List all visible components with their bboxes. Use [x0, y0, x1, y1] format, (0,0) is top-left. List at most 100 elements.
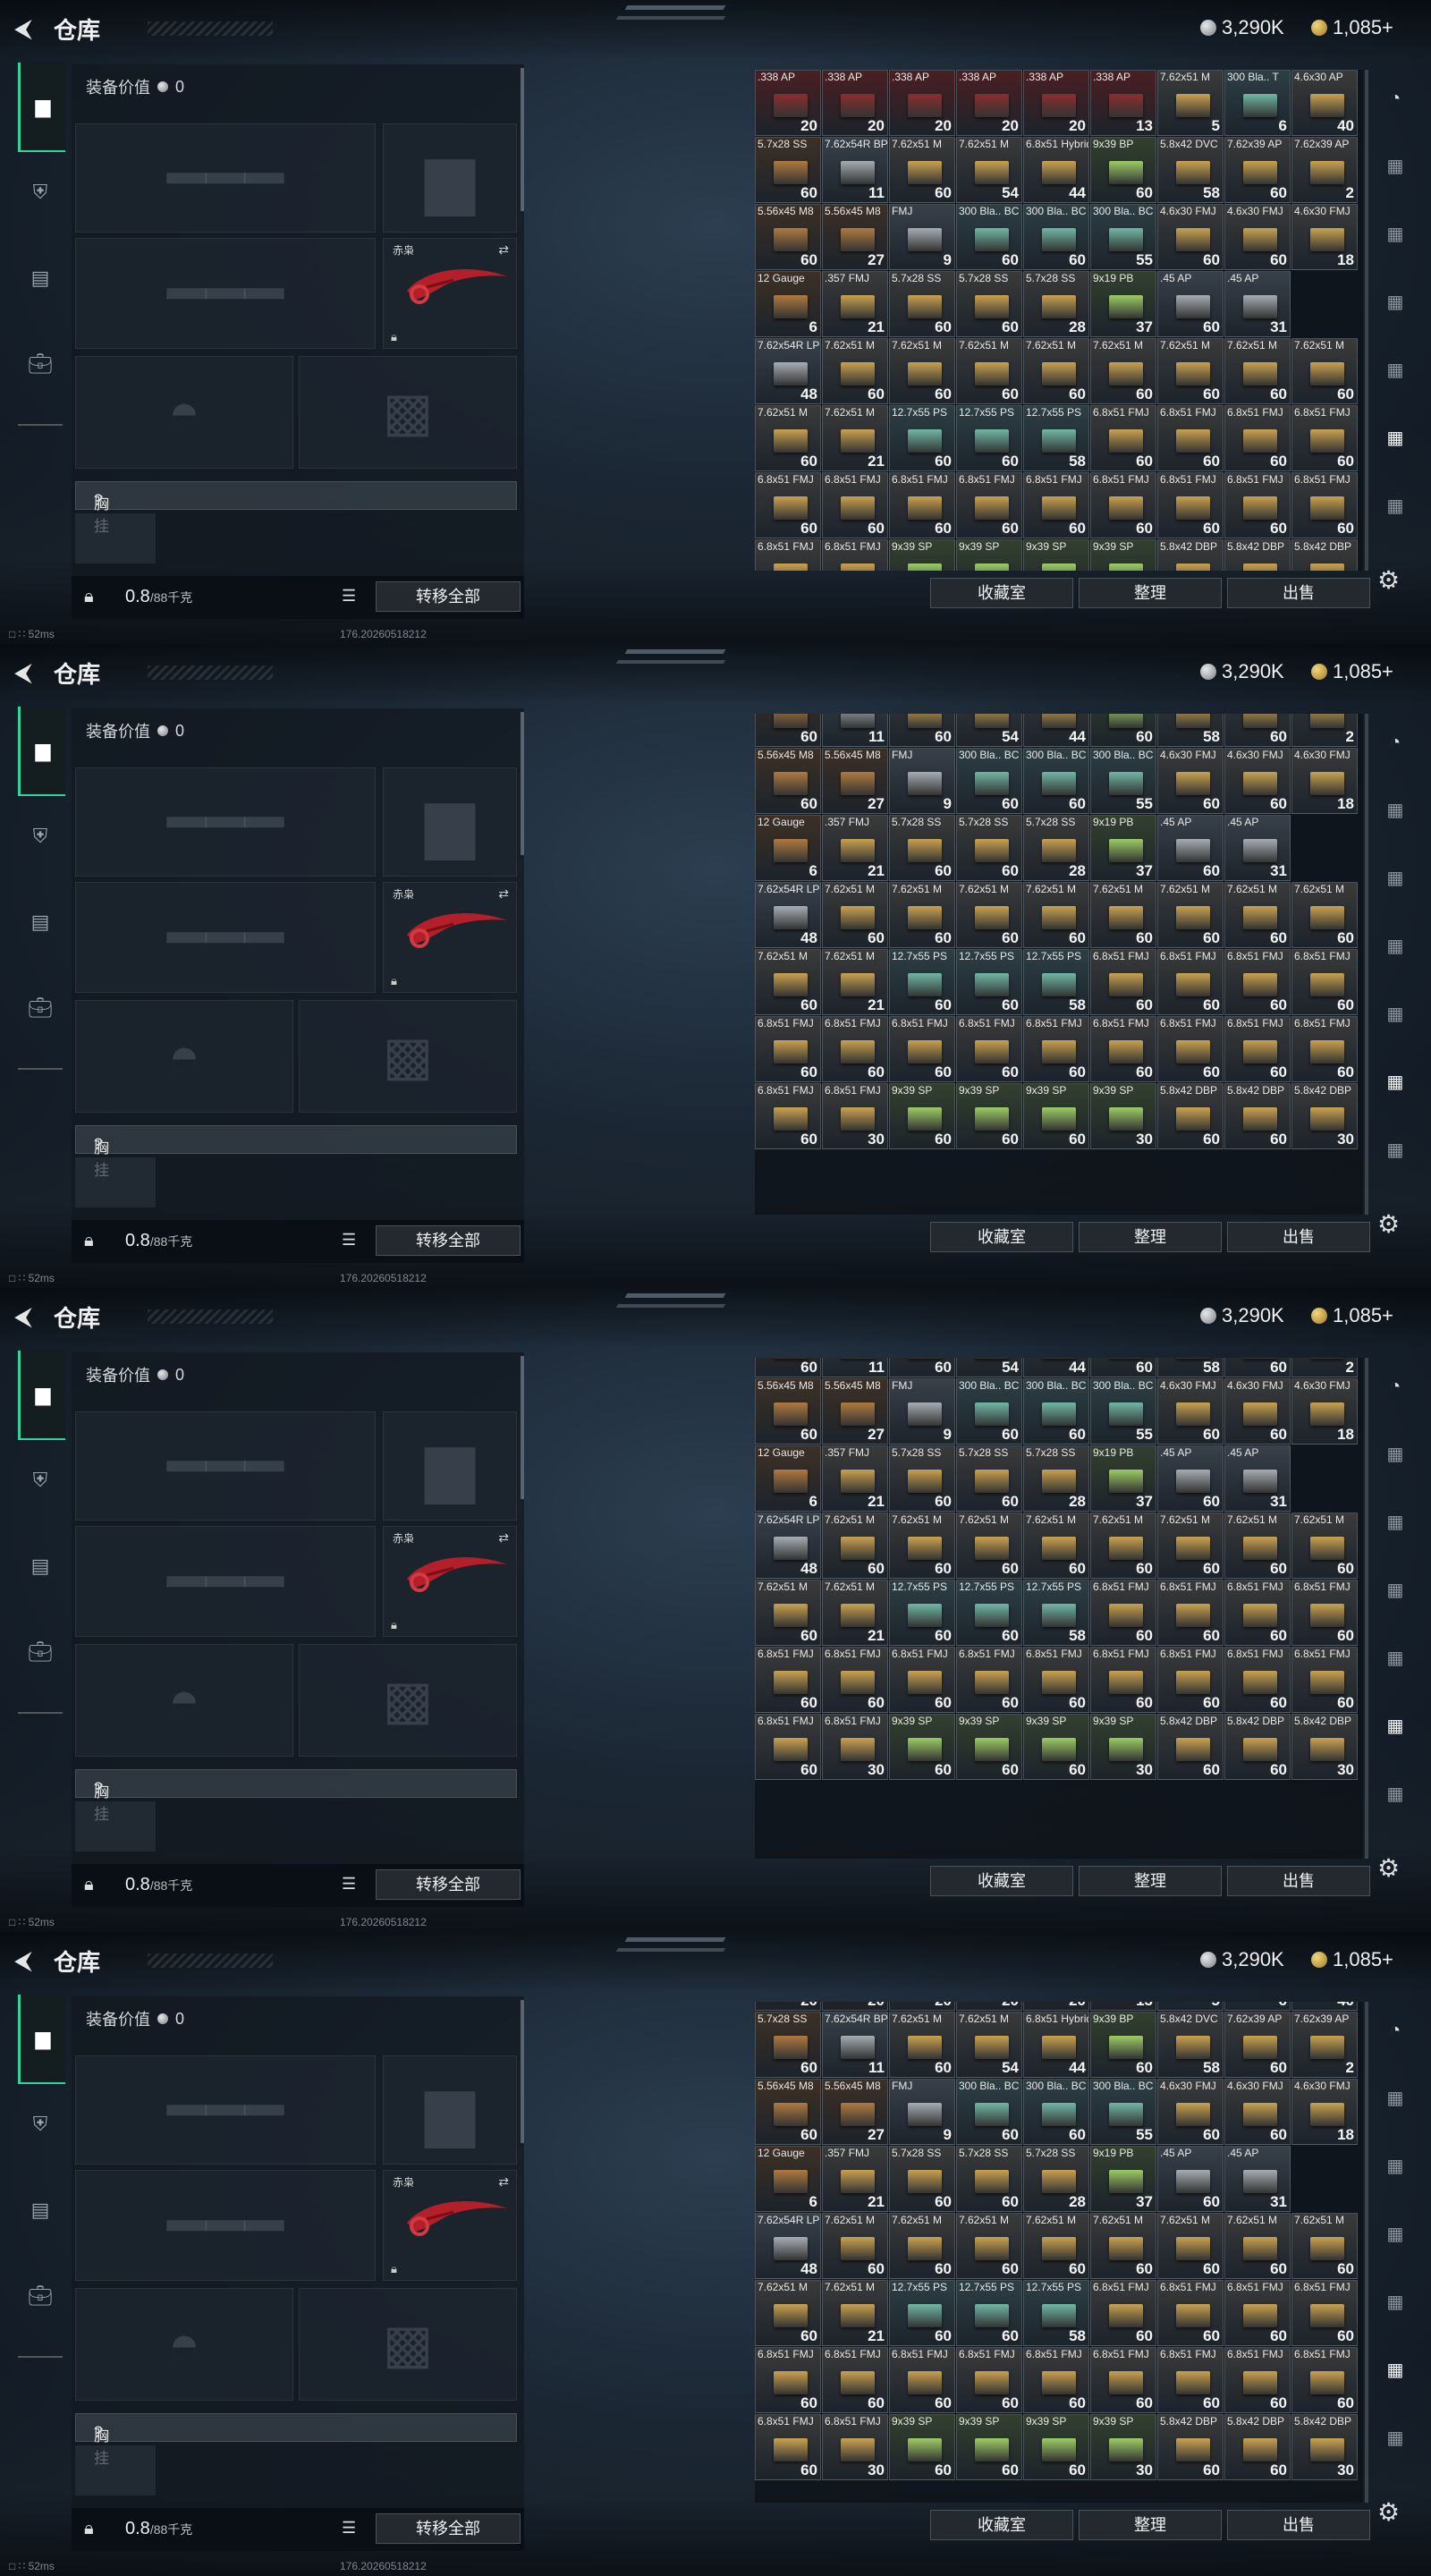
stash-item[interactable]: 12.7x55 PS 60: [956, 405, 1022, 471]
safe-box-icon[interactable]: ◔: [1379, 1370, 1411, 1402]
stash-item[interactable]: .357 FMJ 21: [822, 814, 888, 881]
sell-button[interactable]: 出售: [1227, 578, 1370, 608]
stash-item[interactable]: 5.56x45 M8 27: [822, 1377, 888, 1445]
stash-item[interactable]: 7.62x51 M 60: [822, 2213, 888, 2280]
stash-item[interactable]: 7.62x51 M 60: [822, 881, 888, 948]
stash-item[interactable]: 7.62x54R LP 48: [755, 338, 821, 404]
stash-item[interactable]: 9x39 SP60: [889, 2414, 955, 2481]
stash-item[interactable]: 7.62x39 AP60: [1224, 714, 1291, 747]
stash-item[interactable]: 6.8x51 FMJ60: [755, 539, 821, 571]
stash-item[interactable]: 12.7x55 PS 60: [889, 405, 955, 471]
stash-item[interactable]: 7.62x51 M 60: [1224, 881, 1291, 948]
stash-item[interactable]: 9x39 SP60: [956, 539, 1022, 571]
helmet-slot[interactable]: ◓: [75, 1644, 293, 1757]
silver-currency[interactable]: 3,290K: [1200, 660, 1284, 683]
stash-item[interactable]: 4.6x30 FMJ 60: [1157, 1377, 1224, 1445]
swap-icon[interactable]: ⇄: [498, 242, 509, 258]
stash-item[interactable]: 12.7x55 PS 58: [1023, 1579, 1089, 1646]
primary-weapon-slot[interactable]: ━━━: [75, 1411, 376, 1521]
stash-item[interactable]: 7.62x54R BP11: [822, 714, 888, 747]
stash-item[interactable]: 7.62x51 M 60: [956, 881, 1022, 948]
container-3-icon[interactable]: ▦: [1379, 2218, 1411, 2250]
stash-item[interactable]: .45 AP 31: [1224, 2146, 1291, 2213]
safe-box-icon[interactable]: ◔: [1379, 82, 1411, 114]
stash-item[interactable]: 7.62x51 M 60: [755, 2280, 821, 2347]
stash-item[interactable]: 9x39 SP60: [1023, 1713, 1089, 1780]
pistol-slot[interactable]: ▆: [383, 123, 517, 233]
stash-item[interactable]: 4.6x30 FMJ 60: [1157, 2079, 1224, 2146]
stash-item[interactable]: 300 Bla.. T 6: [1224, 70, 1291, 136]
helmet-slot[interactable]: ◓: [75, 356, 293, 469]
stash-scrollbar[interactable]: [1365, 1358, 1368, 1859]
container-6-icon[interactable]: ▦: [1379, 490, 1411, 522]
stash-item[interactable]: 7.62x51 M 60: [1023, 2213, 1089, 2280]
stash-item[interactable]: 9x19 PB 37: [1090, 271, 1156, 337]
stash-item[interactable]: 300 Bla.. BC 55: [1090, 747, 1156, 814]
help-icon[interactable]: ?: [94, 491, 102, 509]
nav-weapons-tab[interactable]: ▆: [18, 1995, 65, 2084]
stash-item[interactable]: 7.62x54R BP11: [822, 2012, 888, 2079]
nav-rig-tab[interactable]: ▤: [18, 256, 63, 301]
stash-item[interactable]: 5.56x45 M8 60: [755, 2079, 821, 2146]
chest-rig-slot[interactable]: [75, 513, 156, 564]
container-2-icon[interactable]: ▦: [1379, 862, 1411, 894]
container-6-icon[interactable]: ▦: [1379, 2422, 1411, 2454]
stash-item[interactable]: 4.6x30 FMJ 60: [1224, 1377, 1291, 1445]
chest-rig-slot[interactable]: [75, 1157, 156, 1208]
stash-item[interactable]: 12 Gauge 6: [755, 1445, 821, 1512]
settings-gear-icon[interactable]: ⚙: [1377, 2497, 1400, 2527]
list-icon[interactable]: ☰: [342, 2519, 356, 2538]
gold-currency[interactable]: 1,085+: [1311, 1304, 1393, 1327]
stash-item[interactable]: 5.7x28 SS 60: [956, 2146, 1022, 2213]
nav-armor-tab[interactable]: ⛨: [18, 1458, 63, 1503]
stash-item[interactable]: 12.7x55 PS 58: [1023, 948, 1089, 1015]
help-icon[interactable]: ?: [94, 2423, 102, 2441]
stash-item[interactable]: 7.62x51 M 60: [1291, 881, 1358, 948]
pistol-slot[interactable]: ▆: [383, 1411, 517, 1521]
nav-weapons-tab[interactable]: ▆: [18, 1351, 65, 1440]
stash-item[interactable]: 7.62x51 M54: [956, 1358, 1022, 1377]
stash-item[interactable]: 7.62x51 M 60: [755, 405, 821, 471]
stash-item[interactable]: 300 Bla.. BC 60: [1023, 204, 1089, 270]
stash-item[interactable]: 5.8x42 DVC58: [1157, 714, 1224, 747]
stash-item[interactable]: 5.7x28 SS 60: [889, 1445, 955, 1512]
stash-item[interactable]: 5.7x28 SS 60: [889, 271, 955, 337]
swap-icon[interactable]: ⇄: [498, 2174, 509, 2190]
container-5-icon[interactable]: ▦: [1379, 2354, 1411, 2386]
stash-item[interactable]: 7.62x51 M 60: [1224, 1512, 1291, 1579]
stash-item[interactable]: 4.6x30 FMJ 60: [1157, 747, 1224, 814]
settings-gear-icon[interactable]: ⚙: [1377, 565, 1400, 595]
stash-item[interactable]: 5.56x45 M8 27: [822, 204, 888, 270]
stash-item[interactable]: 6.8x51 FMJ60: [1291, 948, 1358, 1015]
stash-item[interactable]: FMJ 9: [889, 204, 955, 270]
stash-item[interactable]: 6.8x51 FMJ60: [755, 1646, 821, 1713]
stash-item[interactable]: 5.8x42 DBP60: [1224, 539, 1291, 571]
stash-scrollbar[interactable]: [1365, 70, 1368, 571]
stash-item[interactable]: .338 AP13: [1090, 2002, 1156, 2012]
stash-item[interactable]: 7.62x39 AP60: [1224, 1358, 1291, 1377]
stash-item[interactable]: 6.8x51 FMJ60: [1090, 2280, 1156, 2347]
nav-backpack-tab[interactable]: 💼︎: [18, 342, 63, 386]
stash-item[interactable]: 5.7x28 SS 28: [1023, 2146, 1089, 2213]
stash-item[interactable]: 4.6x30 FMJ 60: [1224, 2079, 1291, 2146]
stash-item[interactable]: 6.8x51 FMJ60: [1157, 2280, 1224, 2347]
primary-weapon-slot[interactable]: ━━━: [75, 123, 376, 233]
vault-button[interactable]: 收藏室: [930, 1222, 1073, 1252]
stash-item[interactable]: .338 AP20: [755, 2002, 821, 2012]
nav-weapons-tab[interactable]: ▆: [18, 707, 65, 796]
stash-item[interactable]: .338 AP20: [956, 70, 1022, 136]
stash-item[interactable]: 7.62x54R LP 48: [755, 881, 821, 948]
secondary-weapon-slot[interactable]: ━━━: [75, 2170, 376, 2281]
stash-item[interactable]: .338 AP20: [956, 2002, 1022, 2012]
stash-item[interactable]: 7.62x51 M 21: [822, 405, 888, 471]
stash-item[interactable]: 6.8x51 FMJ30: [822, 539, 888, 571]
stash-item[interactable]: 9x39 SP60: [889, 1713, 955, 1780]
silver-currency[interactable]: 3,290K: [1200, 16, 1284, 39]
stash-item[interactable]: 7.62x51 M 60: [1157, 881, 1224, 948]
stash-item[interactable]: 7.62x51 M 5: [1157, 70, 1224, 136]
stash-item[interactable]: .45 AP 60: [1157, 814, 1224, 881]
stash-item[interactable]: 9x39 SP 30: [1090, 2414, 1156, 2481]
stash-item[interactable]: 7.62x51 M 60: [1291, 338, 1358, 404]
stash-item[interactable]: 4.6x30 FMJ 18: [1291, 204, 1358, 270]
stash-item[interactable]: 7.62x51 M 60: [822, 1512, 888, 1579]
